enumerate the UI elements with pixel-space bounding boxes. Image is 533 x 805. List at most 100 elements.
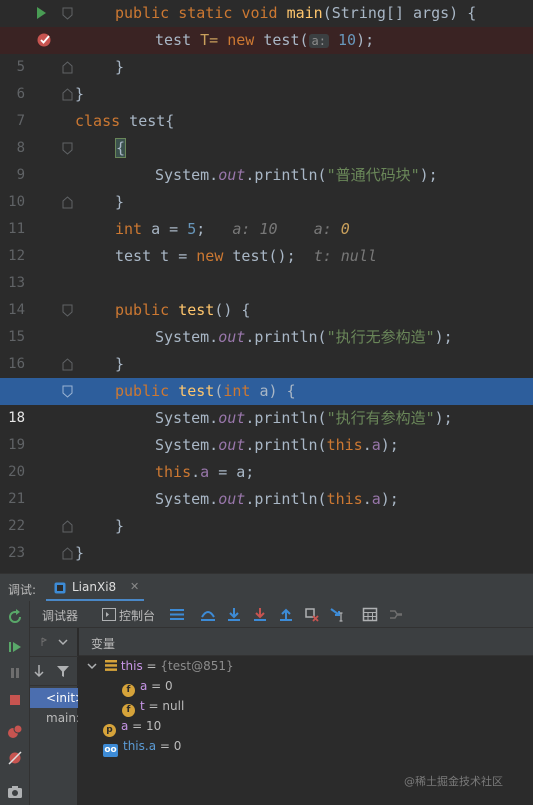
thread-selector[interactable] <box>30 628 78 656</box>
debug-toolbar: 调试器 控制台 <box>30 601 533 628</box>
code-text: public test(int a) { <box>115 382 296 400</box>
evaluate-expression-icon[interactable] <box>362 607 378 622</box>
code-line[interactable]: 24 } <box>0 540 533 573</box>
debug-title: 调试: <box>8 583 37 597</box>
code-text: } <box>115 355 125 373</box>
code-line[interactable]: 17 } <box>0 351 533 399</box>
watch-expression-icon: oo <box>103 744 118 757</box>
code-line[interactable]: 4 public static void main(String[] args)… <box>0 0 533 48</box>
code-text: int a = 5; a: 10 a: 0 <box>115 220 350 238</box>
mute-breakpoints-icon[interactable] <box>7 750 23 766</box>
code-text: System.out.println("执行无参构造"); <box>155 328 453 346</box>
fold-marker-icon[interactable] <box>62 385 73 398</box>
code-text: System.out.println("普通代码块"); <box>155 166 438 184</box>
fold-marker-icon[interactable] <box>62 358 73 371</box>
code-text: } <box>115 517 125 535</box>
code-line[interactable]: 10 System.out.println("普通代码块"); <box>0 162 533 210</box>
fold-marker-icon[interactable] <box>62 196 73 209</box>
code-line[interactable]: 15 public test() { <box>0 297 533 345</box>
tab-label: LianXi8 <box>72 580 117 594</box>
debug-inline-value: a: <box>313 220 332 238</box>
code-text: this.a = a; <box>155 463 255 481</box>
variables-header: 变量 <box>79 628 533 656</box>
code-line[interactable]: 8 class test{ <box>0 108 533 156</box>
chevron-down-icon[interactable] <box>58 638 68 646</box>
breakpoint-icon[interactable] <box>36 32 52 48</box>
watermark: @稀土掘金技术社区 <box>404 775 503 788</box>
run-to-cursor-icon[interactable] <box>330 607 346 622</box>
code-line[interactable]: 6 } <box>0 54 533 102</box>
variable-row-this[interactable]: this = {test@851} <box>87 656 234 676</box>
code-line[interactable]: 22 System.out.println(this.a); <box>0 486 533 534</box>
fold-marker-icon[interactable] <box>62 7 73 20</box>
stop-icon[interactable] <box>7 692 23 708</box>
trace-current-stream-icon[interactable] <box>388 607 404 622</box>
code-line[interactable]: 13 test t = new test(); t: null <box>0 243 533 291</box>
arrow-down-icon[interactable] <box>33 664 45 678</box>
show-execution-point-icon[interactable] <box>200 607 216 622</box>
fold-marker-icon[interactable] <box>62 547 73 560</box>
step-over-icon[interactable] <box>226 607 242 622</box>
step-into-icon[interactable] <box>252 607 268 622</box>
debug-inline-value: t: <box>313 247 332 265</box>
code-line-current[interactable]: 18 public test(int a) { <box>0 378 533 426</box>
code-text: } <box>115 58 125 76</box>
variable-row-param-a[interactable]: pa = 10 <box>103 716 161 737</box>
code-text: } <box>75 544 85 562</box>
code-text: System.out.println("执行有参构造"); <box>155 409 453 427</box>
code-line[interactable]: 11 } <box>0 189 533 237</box>
code-line[interactable]: 19 System.out.println("执行有参构造"); <box>0 405 533 453</box>
matched-brace: { <box>115 138 127 158</box>
filter-icon[interactable] <box>56 665 70 678</box>
layout-menu-icon[interactable] <box>169 607 185 622</box>
code-text: class test{ <box>75 112 175 130</box>
debug-tool-window-header: 调试: LianXi8 ✕ <box>0 573 533 602</box>
rerun-icon[interactable] <box>7 609 23 625</box>
close-icon[interactable]: ✕ <box>130 580 139 593</box>
frame-item-init[interactable]: <init> <box>30 688 78 708</box>
code-line[interactable]: 16 System.out.println("执行无参构造"); <box>0 324 533 372</box>
code-line[interactable]: 7 } <box>0 81 533 129</box>
debug-inline-value: a: <box>232 220 251 238</box>
code-text: test t = new test(); t: null <box>115 247 377 265</box>
run-icon[interactable] <box>34 6 48 20</box>
code-text: System.out.println(this..aa); <box>155 436 399 454</box>
view-breakpoints-icon[interactable] <box>7 724 23 740</box>
fold-marker-icon[interactable] <box>62 304 73 317</box>
chevron-down-icon[interactable] <box>87 661 97 671</box>
code-text: test T= new test(a: 10); <box>155 31 375 49</box>
code-line-breakpoint[interactable]: 5 test T= new test(a: 10); <box>0 27 533 75</box>
fold-marker-icon[interactable] <box>62 88 73 101</box>
code-line[interactable]: 23 } <box>0 513 533 561</box>
code-line[interactable]: 9 { <box>0 135 533 183</box>
variable-row-field-a[interactable]: fa = 0 <box>122 676 173 697</box>
object-list-icon <box>104 660 117 671</box>
variable-row-watch-this-a[interactable]: oo this.a = 0 <box>103 736 181 757</box>
code-text: System.out.println(this.a); <box>155 490 399 508</box>
java-class-icon <box>54 582 66 594</box>
fold-marker-icon[interactable] <box>62 61 73 74</box>
code-text: public static void main(String[] args) { <box>115 4 477 22</box>
tab-console[interactable]: 控制台 <box>100 601 166 628</box>
camera-icon[interactable] <box>7 784 23 800</box>
fold-marker-icon[interactable] <box>62 142 73 155</box>
variable-row-field-t[interactable]: ft = null <box>122 696 184 717</box>
code-line[interactable]: 12 int a = 5; a: 10 a: 0 <box>0 216 533 264</box>
debug-side-toolbar <box>0 601 30 805</box>
tab-lianxi8[interactable]: LianXi8 ✕ <box>46 574 144 602</box>
step-out-icon[interactable] <box>278 607 294 622</box>
code-editor[interactable]: 4 public static void main(String[] args)… <box>0 0 533 573</box>
code-text: public test() { <box>115 301 251 319</box>
code-line[interactable]: 21 this.a = a; <box>0 459 533 507</box>
resume-icon[interactable] <box>7 639 23 655</box>
frames-toolbar <box>30 656 78 686</box>
code-line[interactable]: 14 <box>0 270 533 318</box>
pause-icon[interactable] <box>7 665 23 681</box>
parameter-hint: a: <box>308 34 329 48</box>
tab-debugger[interactable]: 调试器 <box>30 601 92 628</box>
frame-item-main[interactable]: main: <box>30 708 78 728</box>
code-text: } <box>115 193 125 211</box>
fold-marker-icon[interactable] <box>62 520 73 533</box>
code-line[interactable]: 20 System.out.println(this..aa); <box>0 432 533 480</box>
drop-frame-icon[interactable] <box>304 607 320 622</box>
